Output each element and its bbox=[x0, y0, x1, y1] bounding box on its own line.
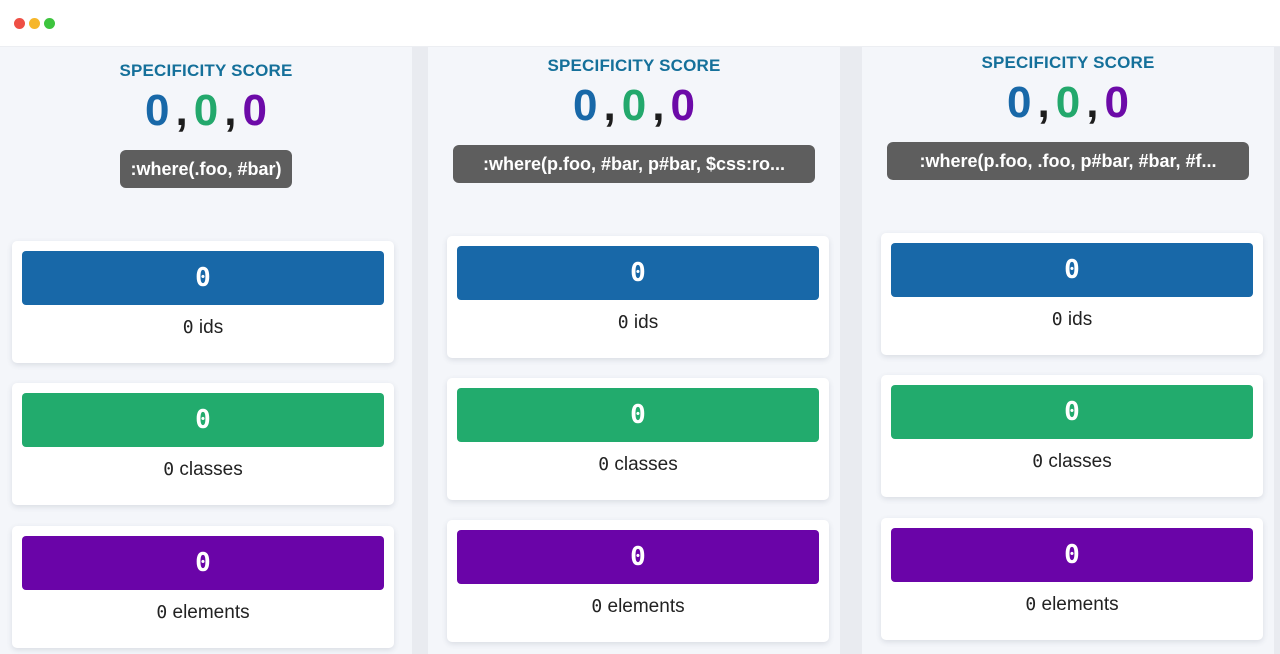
classes-label: 0 classes bbox=[881, 451, 1263, 473]
score-classes: 0 bbox=[193, 86, 219, 135]
score-separator: , bbox=[1086, 78, 1099, 127]
window-title-bar bbox=[0, 0, 1280, 47]
close-window-button[interactable] bbox=[14, 18, 25, 29]
classes-label: 0 classes bbox=[12, 459, 394, 481]
specificity-score: 0,0,0 bbox=[862, 76, 1274, 130]
specificity-header: SPECIFICITY SCORE 0,0,0 :where(p.foo, .f… bbox=[862, 53, 1274, 185]
classes-count: 0 bbox=[1032, 451, 1044, 472]
ids-value-bar: 0 bbox=[22, 251, 384, 305]
elements-label-text: elements bbox=[607, 596, 685, 617]
elements-count: 0 bbox=[591, 596, 603, 617]
score-separator: , bbox=[175, 86, 188, 135]
score-ids: 0 bbox=[145, 86, 170, 135]
score-label: SPECIFICITY SCORE bbox=[981, 53, 1155, 72]
ids-label: 0 ids bbox=[447, 312, 829, 334]
ids-label: 0 ids bbox=[12, 317, 394, 339]
elements-label-text: elements bbox=[172, 602, 250, 623]
ids-count: 0 bbox=[182, 317, 194, 338]
elements-count: 0 bbox=[1025, 594, 1037, 615]
classes-label-text: classes bbox=[614, 454, 678, 475]
selector-badge: :where(p.foo, #bar, p#bar, $css:ro... bbox=[453, 145, 815, 183]
score-label: SPECIFICITY SCORE bbox=[547, 56, 721, 75]
classes-card: 0 0 classes bbox=[881, 375, 1263, 497]
specificity-score: 0,0,0 bbox=[0, 84, 412, 138]
ids-label-text: ids bbox=[1067, 309, 1093, 330]
ids-card: 0 0 ids bbox=[447, 236, 829, 358]
score-classes: 0 bbox=[621, 81, 647, 130]
score-separator: , bbox=[1037, 78, 1050, 127]
elements-count: 0 bbox=[156, 602, 168, 623]
classes-value-bar: 0 bbox=[891, 385, 1253, 439]
specificity-panel-2: SPECIFICITY SCORE 0,0,0 :where(p.foo, #b… bbox=[428, 47, 840, 654]
elements-value-bar: 0 bbox=[891, 528, 1253, 582]
score-separator: , bbox=[652, 81, 665, 130]
selector-badge: :where(.foo, #bar) bbox=[120, 150, 292, 188]
score-separator: , bbox=[224, 86, 237, 135]
ids-label-text: ids bbox=[198, 317, 224, 338]
score-elements: 0 bbox=[242, 86, 267, 135]
classes-value-bar: 0 bbox=[22, 393, 384, 447]
elements-value-bar: 0 bbox=[457, 530, 819, 584]
classes-count: 0 bbox=[598, 454, 610, 475]
score-ids: 0 bbox=[573, 81, 598, 130]
ids-label: 0 ids bbox=[881, 309, 1263, 331]
specificity-score: 0,0,0 bbox=[428, 79, 840, 133]
ids-value-bar: 0 bbox=[457, 246, 819, 300]
ids-card: 0 0 ids bbox=[12, 241, 394, 363]
score-label: SPECIFICITY SCORE bbox=[119, 61, 293, 80]
ids-label-text: ids bbox=[633, 312, 659, 333]
elements-label: 0 elements bbox=[447, 596, 829, 618]
specificity-header: SPECIFICITY SCORE 0,0,0 :where(p.foo, #b… bbox=[428, 56, 840, 188]
elements-label: 0 elements bbox=[881, 594, 1263, 616]
score-elements: 0 bbox=[1104, 78, 1129, 127]
elements-card: 0 0 elements bbox=[881, 518, 1263, 640]
specificity-panel-3: SPECIFICITY SCORE 0,0,0 :where(p.foo, .f… bbox=[862, 47, 1274, 654]
ids-card: 0 0 ids bbox=[881, 233, 1263, 355]
specificity-panel-1: SPECIFICITY SCORE 0,0,0 :where(.foo, #ba… bbox=[0, 47, 412, 654]
classes-card: 0 0 classes bbox=[447, 378, 829, 500]
ids-count: 0 bbox=[1051, 309, 1063, 330]
classes-card: 0 0 classes bbox=[12, 383, 394, 505]
score-classes: 0 bbox=[1055, 78, 1081, 127]
minimize-window-button[interactable] bbox=[29, 18, 40, 29]
score-separator: , bbox=[603, 81, 616, 130]
elements-label-text: elements bbox=[1041, 594, 1119, 615]
elements-card: 0 0 elements bbox=[12, 526, 394, 648]
classes-value-bar: 0 bbox=[457, 388, 819, 442]
score-ids: 0 bbox=[1007, 78, 1032, 127]
selector-badge: :where(p.foo, .foo, p#bar, #bar, #f... bbox=[887, 142, 1249, 180]
elements-value-bar: 0 bbox=[22, 536, 384, 590]
ids-value-bar: 0 bbox=[891, 243, 1253, 297]
score-elements: 0 bbox=[670, 81, 695, 130]
classes-label-text: classes bbox=[179, 459, 243, 480]
elements-label: 0 elements bbox=[12, 602, 394, 624]
specificity-header: SPECIFICITY SCORE 0,0,0 :where(.foo, #ba… bbox=[0, 61, 412, 193]
ids-count: 0 bbox=[617, 312, 629, 333]
zoom-window-button[interactable] bbox=[44, 18, 55, 29]
elements-card: 0 0 elements bbox=[447, 520, 829, 642]
classes-count: 0 bbox=[163, 459, 175, 480]
classes-label: 0 classes bbox=[447, 454, 829, 476]
classes-label-text: classes bbox=[1048, 451, 1112, 472]
